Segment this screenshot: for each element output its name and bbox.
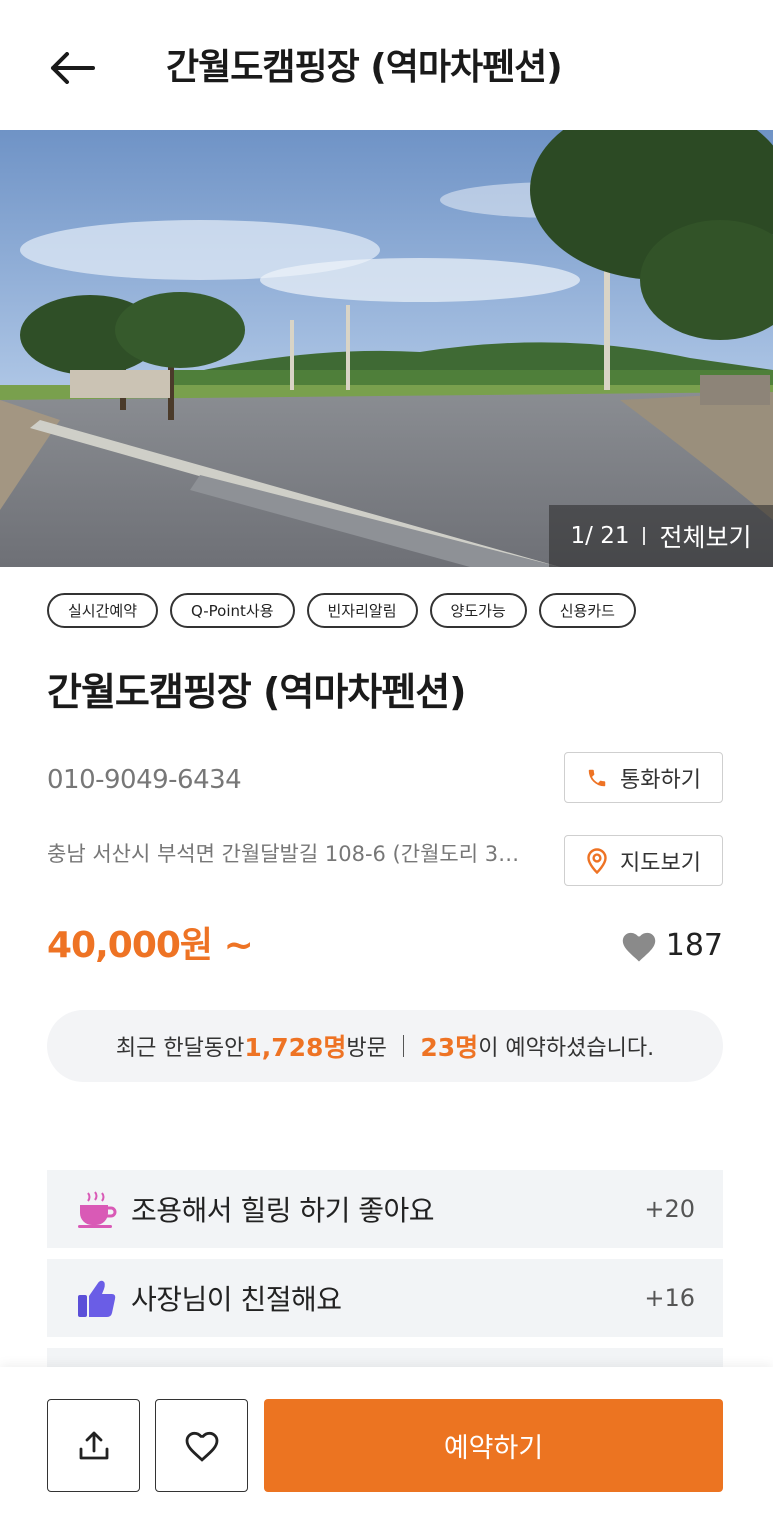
map-pin-icon <box>587 847 607 874</box>
heart-outline-icon <box>185 1431 218 1462</box>
review-keyword-item: 사장님이 친절해요 +16 <box>47 1259 723 1337</box>
place-name: 간월도캠핑장 (역마차펜션) <box>47 670 467 714</box>
bottom-action-bar: 예약하기 <box>0 1367 773 1533</box>
reservation-suffix: 이 예약하셨습니다. <box>478 1036 655 1061</box>
counter-divider <box>643 527 646 545</box>
address: 충남 서산시 부석면 간월달발길 108-6 (간월도리 3…) <box>47 842 527 866</box>
campsite-photo <box>0 130 773 567</box>
review-keyword-label: 조용해서 힐링 하기 좋아요 <box>131 1194 435 1227</box>
photo-index: 1/ 21 <box>570 523 630 549</box>
thumbs-up-icon <box>75 1276 119 1320</box>
tag-realtime-reservation: 실시간예약 <box>47 593 159 628</box>
reservation-count: 23명 <box>420 1033 479 1062</box>
reserve-button[interactable]: 예약하기 <box>264 1399 723 1492</box>
back-button[interactable] <box>44 44 100 92</box>
photo-gallery[interactable]: 1/ 21 전체보기 <box>0 130 773 567</box>
map-button[interactable]: 지도보기 <box>564 835 723 886</box>
visitor-suffix: 방문 <box>346 1036 387 1061</box>
photo-counter: 1/ 21 전체보기 <box>549 505 773 567</box>
arrow-left-icon <box>51 52 95 84</box>
share-button[interactable] <box>47 1399 140 1492</box>
phone-number: 010-9049-6434 <box>47 765 242 795</box>
call-button-label: 통화하기 <box>620 767 701 793</box>
review-keyword-label: 사장님이 친절해요 <box>131 1283 342 1316</box>
review-keyword-item: 조용해서 힐링 하기 좋아요 +20 <box>47 1170 723 1248</box>
price: 40,000원 ~ <box>47 925 254 966</box>
review-keyword-count: +16 <box>644 1284 695 1312</box>
view-all-button[interactable]: 전체보기 <box>659 518 751 554</box>
stats-divider <box>402 1035 405 1057</box>
heart-filled-icon <box>622 932 655 961</box>
call-button[interactable]: 통화하기 <box>564 752 723 803</box>
wishlist-button[interactable] <box>155 1399 248 1492</box>
tag-credit-card: 신용카드 <box>538 593 636 628</box>
like-count-value: 187 <box>665 928 723 963</box>
visit-prefix: 최근 한달동안 <box>115 1036 245 1061</box>
map-button-label: 지도보기 <box>620 850 701 876</box>
visit-stats: 최근 한달동안 1,728명 방문 23명 이 예약하셨습니다. <box>47 1010 723 1082</box>
tag-transferable: 양도가능 <box>429 593 527 628</box>
coffee-cup-icon <box>75 1187 119 1231</box>
phone-icon <box>588 769 606 786</box>
feature-tags: 실시간예약 Q-Point사용 빈자리알림 양도가능 신용카드 <box>47 593 636 628</box>
tag-vacancy-alert: 빈자리알림 <box>306 593 418 628</box>
review-keyword-count: +20 <box>644 1195 695 1223</box>
visitor-count: 1,728명 <box>244 1033 347 1062</box>
top-app-bar: 간월도캠핑장 (역마차펜션) <box>0 0 773 130</box>
share-icon <box>79 1431 108 1459</box>
tag-q-point: Q-Point사용 <box>170 593 295 628</box>
like-count[interactable]: 187 <box>620 928 723 963</box>
page-title: 간월도캠핑장 (역마차펜션) <box>166 47 563 88</box>
